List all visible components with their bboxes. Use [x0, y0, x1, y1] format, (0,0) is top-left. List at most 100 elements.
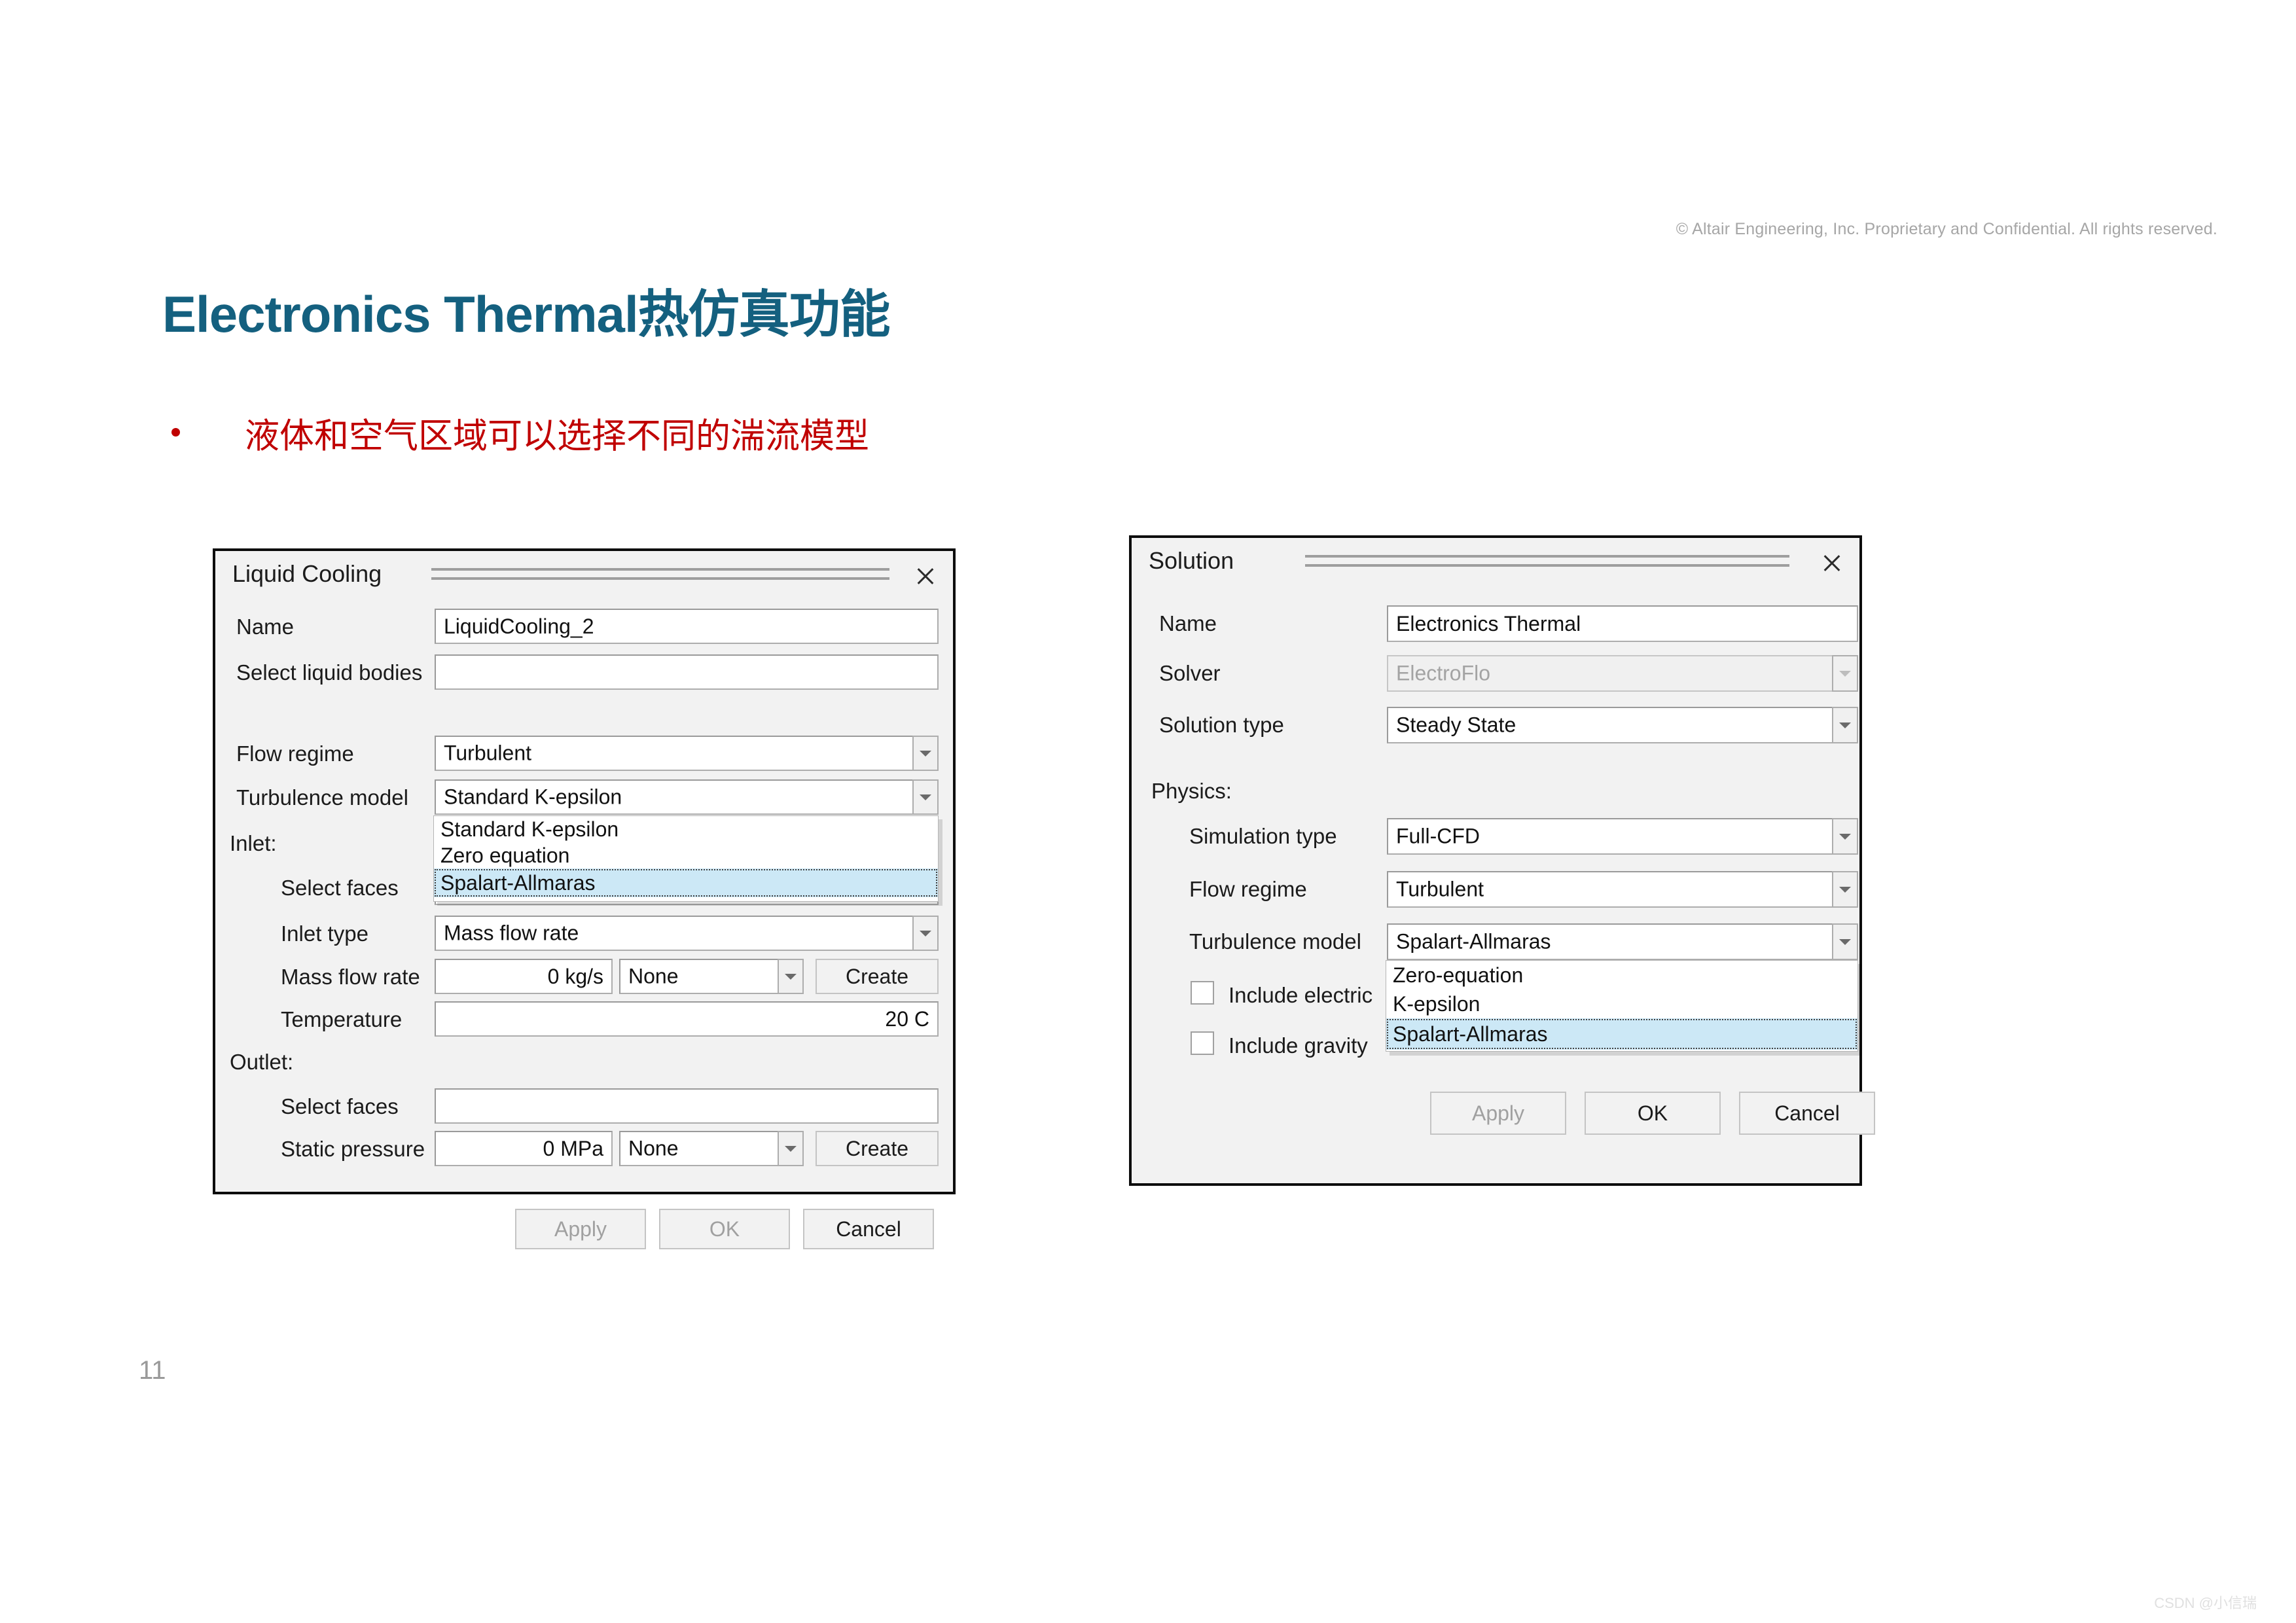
simulation-type-combo[interactable]: Full-CFD: [1387, 818, 1858, 855]
inlet-type-value: Mass flow rate: [444, 921, 579, 945]
chevron-down-icon[interactable]: [778, 959, 804, 994]
mass-flow-rate-curve-combo[interactable]: None: [619, 959, 804, 994]
temperature-input[interactable]: 20 C: [435, 1001, 939, 1037]
inlet-type-label: Inlet type: [281, 921, 368, 946]
name-input-value: LiquidCooling_2: [444, 615, 594, 638]
bullet-row: 液体和空气区域可以选择不同的湍流模型: [171, 408, 1088, 467]
cancel-button-label: Cancel: [1774, 1101, 1840, 1125]
apply-button[interactable]: Apply: [1430, 1092, 1566, 1135]
turbulence-model-value: Standard K-epsilon: [444, 785, 622, 809]
solution-type-label: Solution type: [1159, 713, 1284, 737]
turbulence-model-value: Spalart-Allmaras: [1396, 929, 1551, 954]
turbulence-model-label: Turbulence model: [1189, 929, 1361, 954]
turbulence-model-combo[interactable]: Standard K-epsilon: [435, 779, 939, 815]
name-label: Name: [1159, 611, 1217, 635]
outlet-group-label: Outlet:: [230, 1050, 294, 1074]
chevron-down-icon[interactable]: [912, 736, 939, 771]
static-pressure-curve-combo[interactable]: None: [619, 1131, 804, 1166]
dropdown-option-selected[interactable]: Spalart-Allmaras: [434, 868, 938, 897]
static-pressure-value: 0 MPa: [543, 1137, 603, 1160]
name-input[interactable]: Electronics Thermal: [1387, 605, 1858, 642]
liquid-cooling-title: Liquid Cooling: [232, 560, 382, 587]
flow-regime-combo[interactable]: Turbulent: [1387, 871, 1858, 908]
drag-grip-icon[interactable]: [431, 568, 889, 581]
include-gravity-label: Include gravity: [1229, 1033, 1368, 1058]
solution-dialog: Solution Name Electronics Thermal Solver…: [1129, 535, 1875, 1186]
include-electric-label: Include electric: [1229, 983, 1373, 1007]
solver-label: Solver: [1159, 661, 1221, 685]
cancel-button-label: Cancel: [836, 1217, 901, 1241]
bullet-text: 液体和空气区域可以选择不同的湍流模型: [245, 417, 869, 455]
include-electric-checkbox[interactable]: [1191, 981, 1214, 1005]
outlet-select-faces-input[interactable]: [435, 1088, 939, 1124]
flow-regime-value: Turbulent: [1396, 877, 1484, 901]
select-liquid-bodies-input[interactable]: [435, 654, 939, 690]
dropdown-option[interactable]: K-epsilon: [1386, 990, 1857, 1018]
drag-grip-icon[interactable]: [1305, 555, 1789, 568]
solution-title: Solution: [1149, 547, 1234, 574]
flow-regime-value: Turbulent: [444, 741, 531, 765]
mass-flow-rate-value: 0 kg/s: [547, 965, 603, 988]
outlet-select-faces-label: Select faces: [281, 1094, 399, 1118]
cancel-button[interactable]: Cancel: [803, 1209, 934, 1249]
liquid-cooling-titlebar: Liquid Cooling: [215, 551, 953, 598]
mass-flow-rate-curve-value: None: [628, 964, 679, 988]
flow-regime-combo[interactable]: Turbulent: [435, 736, 939, 771]
name-input[interactable]: LiquidCooling_2: [435, 609, 939, 644]
apply-button[interactable]: Apply: [515, 1209, 646, 1249]
inlet-group-label: Inlet:: [230, 831, 277, 855]
page-title: Electronics Thermal热仿真功能: [162, 285, 891, 343]
static-pressure-create-button[interactable]: Create: [816, 1131, 939, 1166]
solution-type-combo[interactable]: Steady State: [1387, 707, 1858, 743]
dropdown-option-selected[interactable]: Spalart-Allmaras: [1386, 1018, 1857, 1050]
chevron-down-icon[interactable]: [1832, 818, 1858, 855]
bullet-dot-icon: [171, 428, 180, 437]
static-pressure-label: Static pressure: [281, 1137, 425, 1161]
flow-regime-label: Flow regime: [236, 741, 354, 766]
ok-button[interactable]: OK: [1585, 1092, 1721, 1135]
ok-button-label: OK: [709, 1217, 740, 1241]
mass-flow-rate-label: Mass flow rate: [281, 965, 420, 989]
static-pressure-curve-value: None: [628, 1136, 679, 1160]
chevron-down-icon[interactable]: [1832, 923, 1858, 960]
chevron-down-icon[interactable]: [1832, 871, 1858, 908]
turbulence-model-dropdown[interactable]: Zero-equation K-epsilon Spalart-Allmaras: [1386, 960, 1858, 1052]
inlet-type-combo[interactable]: Mass flow rate: [435, 916, 939, 951]
chevron-down-icon[interactable]: [912, 916, 939, 951]
chevron-down-icon[interactable]: [1832, 707, 1858, 743]
flow-regime-label: Flow regime: [1189, 877, 1307, 901]
solution-titlebar: Solution: [1132, 538, 1859, 585]
simulation-type-value: Full-CFD: [1396, 824, 1480, 848]
simulation-type-label: Simulation type: [1189, 824, 1337, 848]
dropdown-option[interactable]: Zero-equation: [1386, 961, 1857, 990]
dropdown-option[interactable]: Zero equation: [434, 842, 938, 868]
select-liquid-bodies-label: Select liquid bodies: [236, 660, 423, 685]
include-gravity-checkbox[interactable]: [1191, 1031, 1214, 1055]
apply-button-label: Apply: [1471, 1101, 1525, 1125]
static-pressure-input[interactable]: 0 MPa: [435, 1131, 613, 1166]
ok-button[interactable]: OK: [659, 1209, 790, 1249]
turbulence-model-label: Turbulence model: [236, 785, 408, 810]
mass-flow-rate-input[interactable]: 0 kg/s: [435, 959, 613, 994]
name-input-value: Electronics Thermal: [1396, 612, 1581, 635]
mass-flow-rate-create-button[interactable]: Create: [816, 959, 939, 994]
close-icon[interactable]: [912, 563, 939, 589]
cancel-button[interactable]: Cancel: [1739, 1092, 1875, 1135]
inlet-select-faces-label: Select faces: [281, 876, 399, 900]
dropdown-option[interactable]: Standard K-epsilon: [434, 816, 938, 842]
turbulence-model-dropdown[interactable]: Standard K-epsilon Zero equation Spalart…: [433, 815, 939, 902]
copyright-notice: © Altair Engineering, Inc. Proprietary a…: [1676, 220, 2217, 238]
solution-type-value: Steady State: [1396, 713, 1516, 737]
page-number: 11: [139, 1356, 166, 1385]
name-label: Name: [236, 615, 295, 639]
watermark: CSDN @小信瑞: [2154, 1595, 2257, 1611]
ok-button-label: OK: [1637, 1101, 1668, 1125]
chevron-down-icon[interactable]: [778, 1131, 804, 1166]
close-icon[interactable]: [1819, 550, 1845, 576]
turbulence-model-combo[interactable]: Spalart-Allmaras: [1387, 923, 1858, 960]
chevron-down-icon[interactable]: [912, 779, 939, 815]
temperature-label: Temperature: [281, 1007, 403, 1031]
temperature-value: 20 C: [885, 1007, 929, 1031]
solver-combo: ElectroFlo: [1387, 655, 1858, 692]
chevron-down-icon: [1832, 655, 1858, 692]
